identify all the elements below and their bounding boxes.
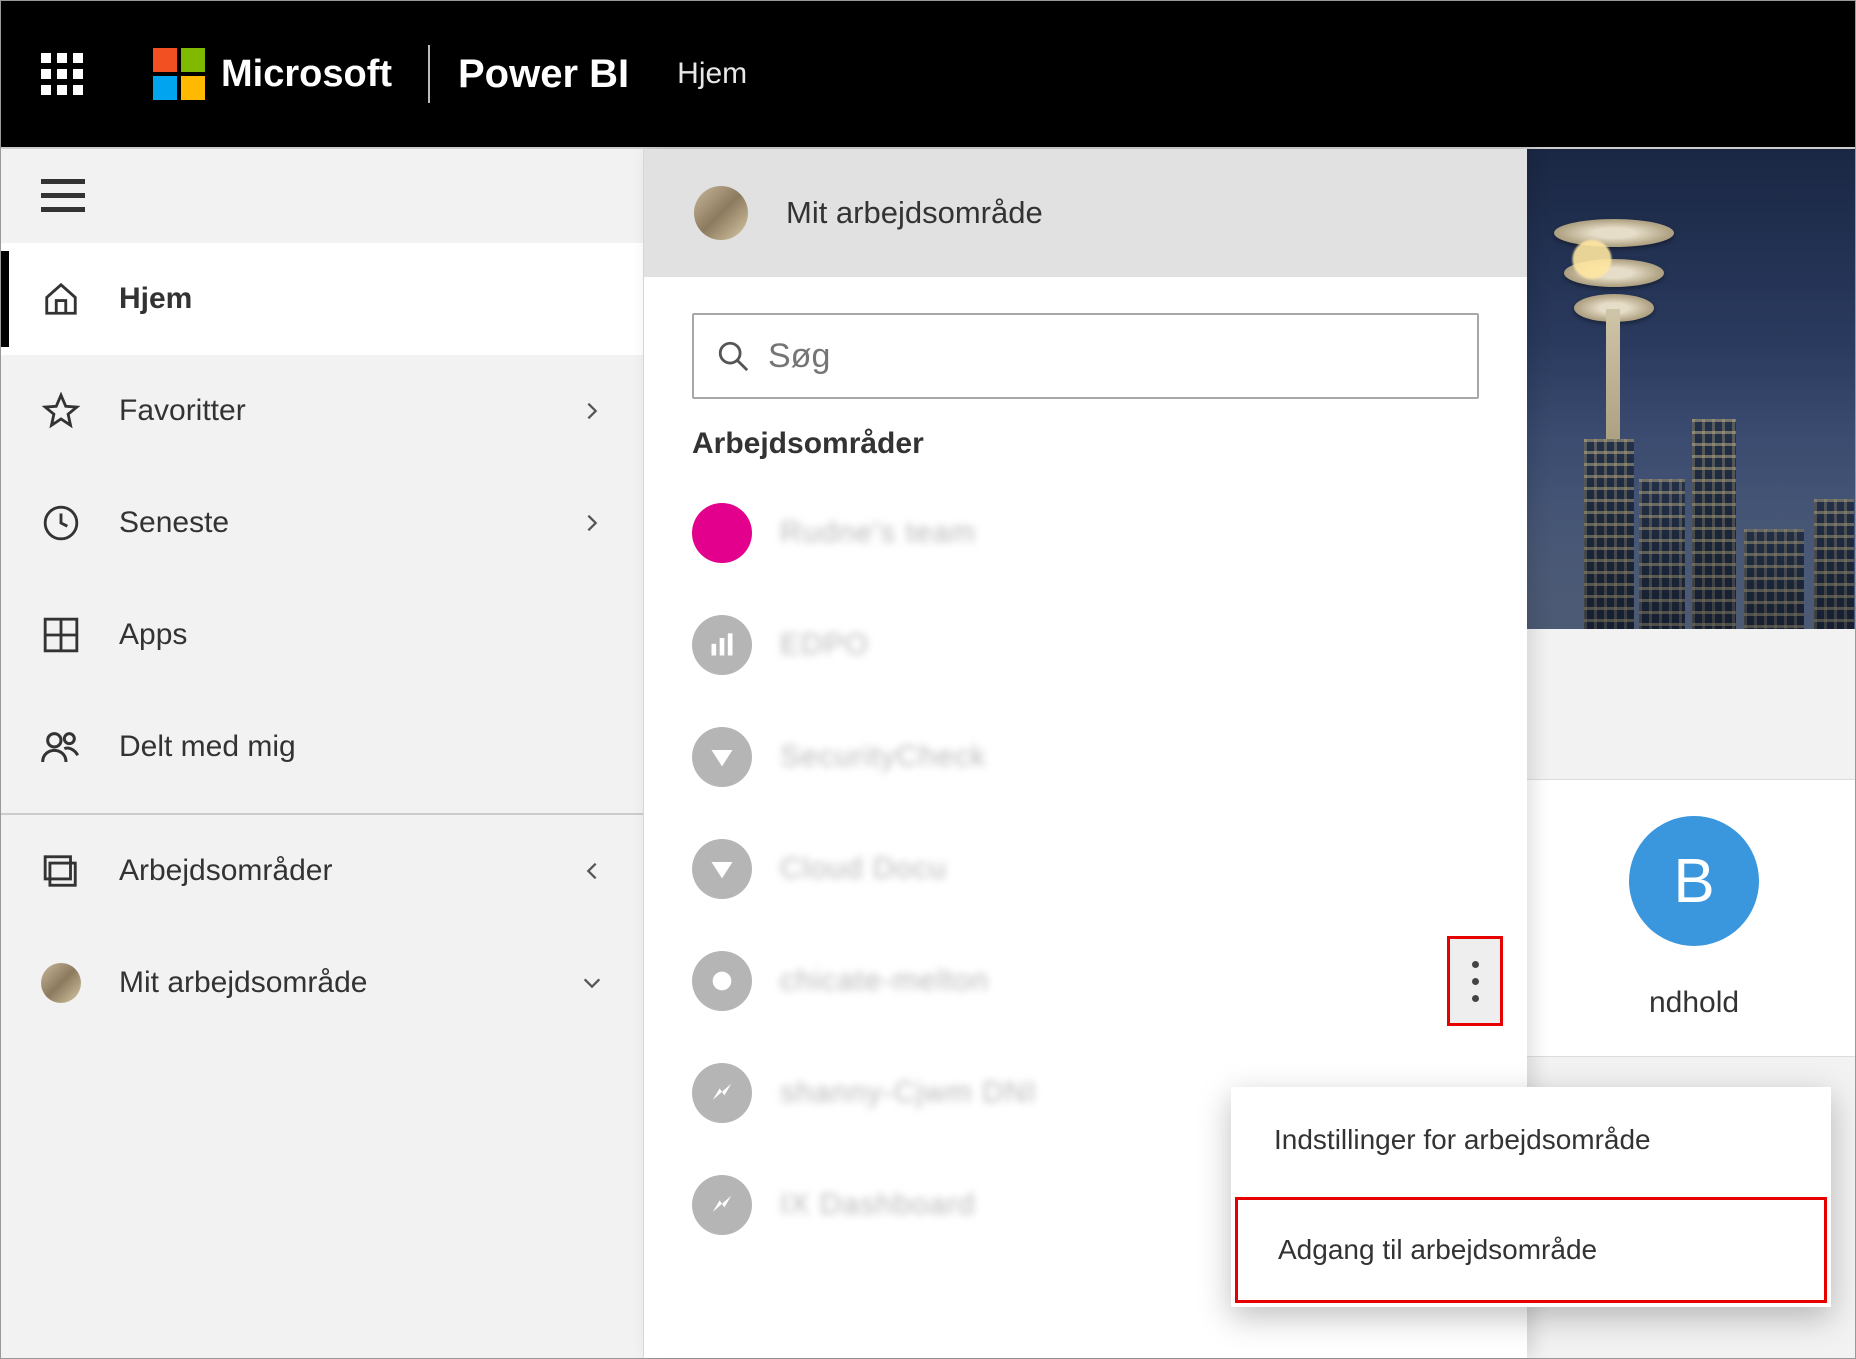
workspace-context-menu: Indstillinger for arbejdsområde Adgang t…: [1231, 1087, 1831, 1307]
content-tile[interactable]: B ndhold: [1524, 779, 1855, 1057]
workspace-name-masked: chicate-melton: [780, 964, 989, 998]
workspace-name-masked: shanny-Cjwm DNI: [780, 1076, 1037, 1110]
workspace-item[interactable]: SecurityCheck: [644, 701, 1527, 813]
context-menu-label: Indstillinger for arbejdsområde: [1274, 1124, 1651, 1155]
chevron-left-icon: [581, 860, 603, 882]
sidebar-item-workspaces[interactable]: Arbejdsområder: [1, 815, 643, 927]
workspace-name-masked: Cloud Docu: [780, 852, 947, 886]
chevron-right-icon: [581, 400, 603, 422]
sidebar-item-my-workspace[interactable]: Mit arbejdsområde: [1, 927, 643, 1039]
apps-icon: [41, 615, 81, 655]
context-menu-item-settings[interactable]: Indstillinger for arbejdsområde: [1231, 1087, 1831, 1193]
workspace-more-button[interactable]: [1447, 936, 1503, 1026]
workspace-name-masked: EDPO: [780, 628, 869, 662]
workspaces-icon: [41, 851, 81, 891]
sidebar-item-label: Hjem: [119, 282, 603, 316]
context-menu-item-access[interactable]: Adgang til arbejdsområde: [1235, 1197, 1827, 1303]
app-launcher-icon[interactable]: [41, 53, 83, 95]
microsoft-brand-text: Microsoft: [221, 53, 428, 96]
search-icon: [716, 339, 750, 373]
sidebar-item-recent[interactable]: Seneste: [1, 467, 643, 579]
clock-icon: [41, 503, 81, 543]
workspaces-section-title: Arbejdsområder: [644, 417, 1527, 471]
workspace-item[interactable]: EDPO: [644, 589, 1527, 701]
workspace-item[interactable]: Rudne's team: [644, 477, 1527, 589]
workspace-search-input[interactable]: [692, 313, 1479, 399]
workspace-badge-icon: [692, 839, 752, 899]
workspace-name-masked: SecurityCheck: [780, 740, 986, 774]
chevron-down-icon: [581, 972, 603, 994]
sidebar-item-label: Mit arbejdsområde: [119, 966, 581, 1000]
hamburger-icon: [41, 179, 85, 213]
page-title: Hjem: [677, 57, 747, 91]
shared-icon: [41, 727, 81, 767]
sidebar-item-label: Seneste: [119, 506, 581, 540]
left-sidebar: Hjem Favoritter Seneste: [1, 149, 644, 1358]
workspace-item[interactable]: Cloud Docu: [644, 813, 1527, 925]
avatar-icon: [41, 963, 81, 1003]
workspace-badge-icon: [692, 727, 752, 787]
sidebar-item-label: Apps: [119, 618, 603, 652]
sidebar-item-favorites[interactable]: Favoritter: [1, 355, 643, 467]
chevron-right-icon: [581, 512, 603, 534]
header-divider: [428, 45, 430, 103]
sidebar-item-shared[interactable]: Delt med mig: [1, 691, 643, 803]
sidebar-item-apps[interactable]: Apps: [1, 579, 643, 691]
product-name-text: Power BI: [458, 52, 677, 97]
app-header: Microsoft Power BI Hjem: [1, 1, 1855, 149]
workspace-item[interactable]: chicate-melton: [644, 925, 1527, 1037]
workspace-badge-icon: [692, 1063, 752, 1123]
tile-label: ndhold: [1555, 986, 1833, 1020]
microsoft-logo-icon: [153, 48, 205, 100]
more-vertical-icon: [1472, 961, 1479, 1002]
workspace-badge-icon: [692, 503, 752, 563]
hero-image: [1524, 149, 1855, 629]
home-icon: [41, 279, 81, 319]
context-menu-label: Adgang til arbejdsområde: [1278, 1234, 1597, 1265]
workspace-badge-icon: [692, 1175, 752, 1235]
workspace-badge-icon: [692, 615, 752, 675]
workspace-name-masked: Rudne's team: [780, 516, 976, 550]
workspace-badge-icon: [692, 951, 752, 1011]
sidebar-item-label: Favoritter: [119, 394, 581, 428]
tile-avatar: B: [1629, 816, 1759, 946]
sidebar-item-label: Arbejdsområder: [119, 854, 581, 888]
workspaces-flyout-header[interactable]: Mit arbejdsområde: [644, 149, 1527, 277]
my-workspace-avatar-icon: [694, 186, 748, 240]
workspace-search-field[interactable]: [768, 337, 1455, 376]
sidebar-item-home[interactable]: Hjem: [1, 243, 643, 355]
nav-collapse-button[interactable]: [1, 149, 643, 243]
workspace-name-masked: IX Dashboard: [780, 1188, 975, 1222]
sidebar-item-label: Delt med mig: [119, 730, 603, 764]
workspaces-flyout-header-label: Mit arbejdsområde: [786, 195, 1043, 231]
star-icon: [41, 391, 81, 431]
main-area: Hjem Favoritter Seneste: [1, 149, 1855, 1358]
